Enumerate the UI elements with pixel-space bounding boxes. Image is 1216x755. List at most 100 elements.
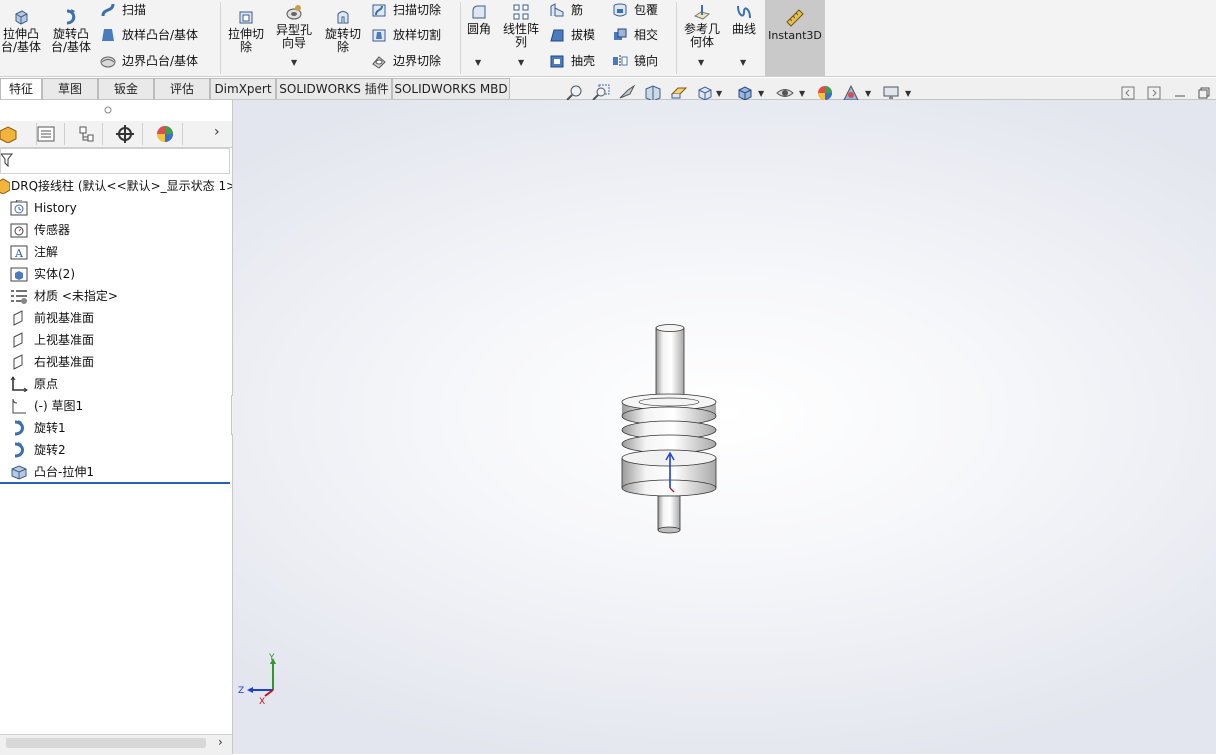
tab-features[interactable]: 特征 — [0, 78, 42, 99]
curves-label: 曲线 — [731, 22, 756, 36]
view-orientation-dropdown-icon[interactable]: ▼ — [716, 89, 722, 98]
intersect-label: 相交 — [634, 28, 659, 42]
filter-icon — [1, 153, 13, 167]
shell-button[interactable]: 抽壳 — [549, 51, 595, 71]
wrap-icon — [613, 3, 627, 17]
displaymanager-icon — [157, 126, 173, 142]
sweep-button[interactable]: 扫描 — [100, 0, 146, 20]
propertymanager-tab[interactable] — [28, 123, 65, 145]
extrude-boss-button[interactable]: 拉伸凸 台/基体 — [0, 8, 42, 54]
loft-boss-button[interactable]: 放样凸台/基体 — [100, 25, 198, 45]
shell-label: 抽壳 — [571, 54, 596, 68]
linear-pattern-dropdown-icon[interactable]: ▼ — [518, 58, 524, 67]
sweep-icon — [101, 3, 115, 17]
tab-sketch[interactable]: 草图 — [42, 78, 98, 99]
displaymanager-tab[interactable] — [146, 123, 183, 145]
shell-icon — [550, 55, 564, 68]
extrude-icon — [11, 465, 27, 480]
intersect-button[interactable]: 相交 — [612, 25, 658, 45]
tree-item-label: 传感器 — [34, 223, 71, 237]
display-style-dropdown-icon[interactable]: ▼ — [758, 89, 764, 98]
tab-dimxpert[interactable]: DimXpert — [210, 78, 276, 99]
draft-icon — [550, 29, 564, 42]
annotation-icon: A — [10, 245, 28, 260]
instant3d-label: Instant3D — [768, 29, 822, 42]
panel-tabs-more-icon[interactable]: › — [214, 124, 220, 140]
extrude-boss-icon — [15, 10, 28, 25]
restore-icon[interactable] — [1197, 86, 1211, 100]
tree-item-label: 材质 <未指定> — [34, 289, 118, 303]
extrude-cut-button[interactable]: 拉伸切 除 — [224, 8, 268, 54]
intersect-icon — [614, 28, 627, 40]
sweep-cut-label: 扫描切除 — [393, 3, 442, 17]
tab-solidworks-mbd[interactable]: SOLIDWORKS MBD — [392, 78, 510, 99]
tab-evaluate[interactable]: 评估 — [154, 78, 210, 99]
reference-geometry-dropdown-icon[interactable]: ▼ — [698, 58, 704, 67]
svg-text:A: A — [14, 247, 24, 260]
boundary-boss-icon — [100, 56, 116, 68]
minimize-icon[interactable] — [1173, 86, 1187, 100]
rib-button[interactable]: 筋 — [549, 0, 583, 20]
fillet-button[interactable]: 圆角 — [462, 3, 496, 36]
hole-wizard-button[interactable]: 异型孔 向导 — [272, 4, 316, 50]
wrap-label: 包覆 — [634, 3, 659, 17]
tab-solidworks-addins[interactable]: SOLIDWORKS 插件 — [276, 78, 392, 99]
tab-dimxpert-label: DimXpert — [214, 82, 272, 96]
scroll-right-icon[interactable]: › — [218, 735, 223, 749]
curves-icon — [737, 5, 751, 19]
tree-item-label: 注解 — [34, 245, 59, 259]
model-binding-post[interactable] — [608, 320, 728, 540]
revolve-boss-icon — [66, 9, 76, 25]
reference-geometry-label: 参考几 何体 — [683, 22, 720, 49]
hole-wizard-label: 异型孔 向导 — [275, 23, 312, 50]
tree-item-label: 原点 — [34, 377, 59, 391]
featuremanager-icon — [0, 126, 17, 143]
graphics-viewport[interactable]: Y Z X — [233, 100, 1216, 754]
wrap-button[interactable]: 包覆 — [612, 0, 658, 20]
tree-item-label: 旋转1 — [34, 421, 66, 435]
revolve-boss-button[interactable]: 旋转凸 台/基体 — [48, 8, 94, 54]
hole-wizard-dropdown-icon[interactable]: ▼ — [291, 58, 297, 67]
curves-dropdown-icon[interactable]: ▼ — [740, 58, 746, 67]
scrollbar-thumb[interactable] — [6, 738, 206, 748]
view-settings-dropdown-icon[interactable]: ▼ — [905, 89, 911, 98]
instant3d-icon — [786, 9, 804, 27]
mirror-icon — [613, 55, 628, 67]
instant3d-button[interactable]: Instant3D — [765, 0, 825, 76]
curves-button[interactable]: 曲线 — [728, 3, 760, 36]
revolve-cut-button[interactable]: 旋转切 除 — [320, 8, 366, 54]
tab-features-label: 特征 — [8, 82, 33, 96]
history-icon — [10, 200, 28, 216]
ribbon-separator — [460, 2, 461, 74]
tree-filter-input[interactable] — [0, 148, 230, 174]
configurationmanager-tab[interactable] — [66, 123, 103, 145]
dimxpertmanager-icon — [116, 125, 134, 143]
draft-label: 拔模 — [571, 28, 596, 42]
rollback-bar[interactable] — [0, 482, 230, 484]
extrude-boss-label: 拉伸凸 台/基体 — [0, 27, 42, 54]
tile-left-icon[interactable] — [1121, 86, 1135, 100]
tree-root-part[interactable]: DRQ接线柱 (默认<<默认>_显示状态 1> — [0, 176, 232, 196]
origin-icon — [10, 376, 28, 392]
loft-boss-label: 放样凸台/基体 — [122, 28, 199, 42]
tree-item-label: History — [34, 201, 77, 215]
tab-sheet-metal[interactable]: 钣金 — [98, 78, 154, 99]
sweep-cut-button[interactable]: 扫描切除 — [371, 0, 441, 20]
revolve-icon — [14, 420, 24, 436]
fillet-dropdown-icon[interactable]: ▼ — [475, 58, 481, 67]
apply-scene-dropdown-icon[interactable]: ▼ — [865, 89, 871, 98]
draft-button[interactable]: 拔模 — [549, 25, 595, 45]
rib-label: 筋 — [571, 3, 584, 17]
reference-geometry-button[interactable]: 参考几 何体 — [680, 3, 724, 49]
linear-pattern-button[interactable]: 线性阵 列 — [500, 3, 542, 49]
tile-right-icon[interactable] — [1147, 86, 1161, 100]
dimxpertmanager-tab[interactable] — [106, 123, 143, 145]
hide-show-dropdown-icon[interactable]: ▼ — [799, 89, 805, 98]
panel-collapse-handle-icon[interactable] — [104, 106, 112, 114]
panel-horizontal-scrollbar[interactable]: › — [0, 734, 232, 755]
mirror-button[interactable]: 镜向 — [612, 51, 658, 71]
boundary-boss-button[interactable]: 边界凸台/基体 — [100, 51, 198, 71]
loft-cut-button[interactable]: 放样切割 — [371, 25, 441, 45]
extrude-cut-icon — [239, 11, 253, 24]
boundary-cut-button[interactable]: 边界切除 — [371, 51, 441, 71]
